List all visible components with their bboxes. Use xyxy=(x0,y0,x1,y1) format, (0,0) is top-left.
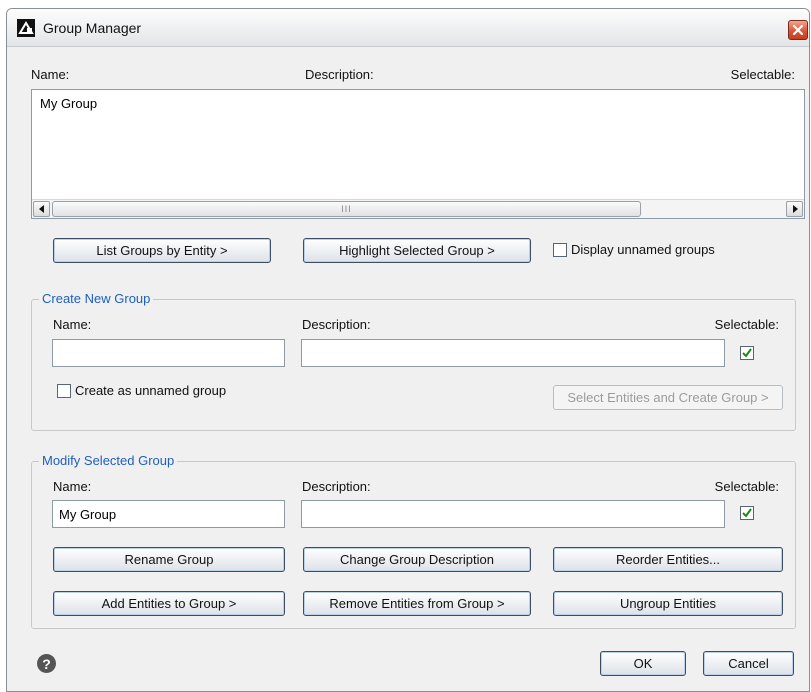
create-selectable-checkbox[interactable] xyxy=(740,346,754,360)
horizontal-scrollbar[interactable]: III xyxy=(32,199,804,218)
create-name-label: Name: xyxy=(53,317,92,332)
group-manager-window: Group Manager Name: Description: Selecta… xyxy=(6,8,810,692)
select-entities-create-group-button[interactable]: Select Entities and Create Group > xyxy=(553,385,783,410)
list-groups-by-entity-button[interactable]: List Groups by Entity > xyxy=(53,238,271,263)
reorder-entities-button[interactable]: Reorder Entities... xyxy=(553,547,783,572)
autocad-group-icon xyxy=(17,19,35,37)
modify-group-title: Modify Selected Group xyxy=(39,453,178,468)
create-selectable-label: Selectable: xyxy=(714,317,779,332)
close-icon xyxy=(792,24,804,36)
create-name-input[interactable] xyxy=(52,339,285,367)
ungroup-entities-button[interactable]: Ungroup Entities xyxy=(553,591,783,616)
create-group-title: Create New Group xyxy=(39,291,154,306)
rename-group-button[interactable]: Rename Group xyxy=(53,547,285,572)
scroll-left-button[interactable] xyxy=(33,201,50,217)
modify-name-input[interactable] xyxy=(52,500,285,528)
groups-list[interactable]: My Group III xyxy=(31,89,805,219)
cancel-button[interactable]: Cancel xyxy=(703,651,794,676)
modify-description-input[interactable] xyxy=(301,500,725,528)
display-unnamed-label: Display unnamed groups xyxy=(571,242,715,257)
modify-selectable-checkbox[interactable] xyxy=(740,506,754,520)
highlight-selected-group-button[interactable]: Highlight Selected Group > xyxy=(303,238,531,263)
modify-name-label: Name: xyxy=(53,479,92,494)
list-header-name: Name: xyxy=(31,67,70,82)
close-button[interactable] xyxy=(788,20,808,40)
scroll-thumb[interactable]: III xyxy=(52,201,641,217)
list-item[interactable]: My Group xyxy=(40,96,97,111)
remove-entities-button[interactable]: Remove Entities from Group > xyxy=(303,591,531,616)
modify-description-label: Description: xyxy=(302,479,371,494)
create-description-input[interactable] xyxy=(301,339,725,367)
create-unnamed-label: Create as unnamed group xyxy=(75,383,227,398)
list-header-description: Description: xyxy=(305,67,374,82)
title-bar[interactable]: Group Manager xyxy=(7,9,809,47)
display-unnamed-checkbox[interactable] xyxy=(553,243,567,257)
change-description-button[interactable]: Change Group Description xyxy=(303,547,531,572)
checkmark-icon xyxy=(742,508,752,518)
scroll-grip: III xyxy=(341,204,352,214)
create-description-label: Description: xyxy=(302,317,371,332)
arrow-left-icon xyxy=(38,205,44,213)
modify-selectable-label: Selectable: xyxy=(714,479,779,494)
list-header-selectable: Selectable: xyxy=(730,67,795,82)
help-icon[interactable]: ? xyxy=(37,654,56,673)
arrow-right-icon xyxy=(792,205,798,213)
window-title: Group Manager xyxy=(43,20,142,36)
ok-button[interactable]: OK xyxy=(600,651,686,676)
create-unnamed-checkbox[interactable] xyxy=(57,384,71,398)
scroll-right-button[interactable] xyxy=(786,201,803,217)
add-entities-button[interactable]: Add Entities to Group > xyxy=(53,591,285,616)
checkmark-icon xyxy=(742,348,752,358)
